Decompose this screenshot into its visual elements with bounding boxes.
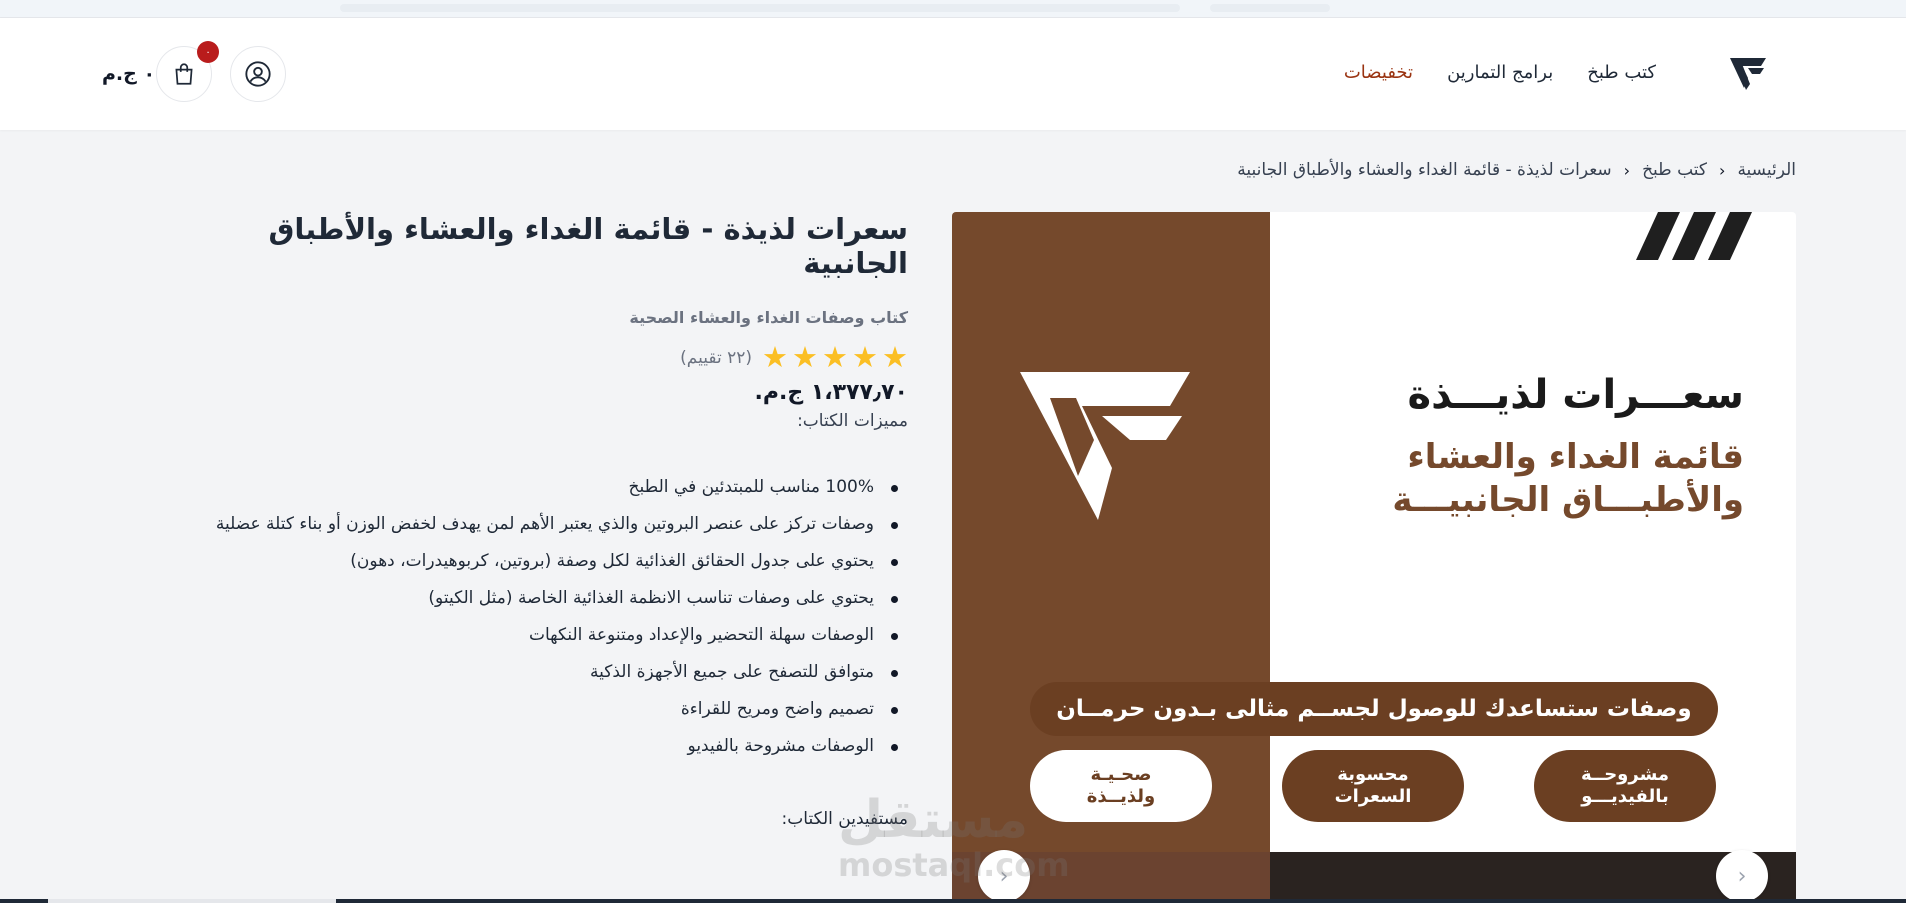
feature-item: 100% مناسب للمبتدئين في الطبخ xyxy=(160,469,898,506)
site-header: كتب طبخ برامج التمارين تخفيضات ٠ ٠ ج.م xyxy=(0,18,1906,130)
cover-title-line2: قائمة الغداء والعشاء xyxy=(1407,437,1744,477)
breadcrumb-current: سعرات لذيذة - قائمة الغداء والعشاء والأط… xyxy=(1237,160,1612,180)
product-title: سعرات لذيذة - قائمة الغداء والعشاء والأط… xyxy=(268,212,908,280)
feature-item: يحتوي على جدول الحقائق الغذائية لكل وصفة… xyxy=(160,543,898,580)
shopping-bag-icon xyxy=(175,63,193,85)
watermark-logo: مستقل xyxy=(838,790,1029,850)
account-button[interactable] xyxy=(230,46,286,102)
chevron-right-icon: › xyxy=(1737,863,1747,889)
cover-pill-calories: محسوبة السعرات xyxy=(1282,750,1464,822)
product-subtitle: كتاب وصفات الغداء والعشاء الصحية xyxy=(629,308,908,327)
feature-item: الوصفات مشروحة بالفيديو xyxy=(160,728,898,765)
features-list: 100% مناسب للمبتدئين في الطبخ وصفات تركز… xyxy=(160,469,908,765)
beneficiaries-label: مستفيدين الكتاب: xyxy=(781,809,908,829)
cover-logo-icon xyxy=(1020,372,1190,520)
cover-title-line1: سعـــرات لذيـــذة xyxy=(1407,372,1744,418)
cover-pill-video: مشروحــة بالفيديـــو xyxy=(1534,750,1716,822)
breadcrumb: الرئيسية ‹ كتب طبخ ‹ سعرات لذيذة - قائمة… xyxy=(1237,160,1796,180)
bottom-scroll-bar xyxy=(0,899,1906,903)
rating-count: (٢٢ تقييم) xyxy=(680,347,752,368)
nav-sales[interactable]: تخفيضات xyxy=(1344,62,1413,83)
product-price: ١،٣٧٧٫٧٠ ج.م. xyxy=(754,380,908,405)
browser-top-strip xyxy=(0,0,1906,18)
watermark-url: mostaql.com xyxy=(838,846,1070,884)
star-icon: ★ xyxy=(882,340,908,374)
cover-pill-healthy: صحـيـة ولذيــذة xyxy=(1030,750,1212,822)
feature-item: يحتوي على وصفات تناسب الانظمة الغذائية ا… xyxy=(160,580,898,617)
nav-cookbooks[interactable]: كتب طبخ xyxy=(1587,62,1656,83)
product-rating[interactable]: ★ ★ ★ ★ ★ (٢٢ تقييم) xyxy=(160,343,908,372)
star-icon: ★ xyxy=(822,340,848,374)
cart-button[interactable]: ٠ xyxy=(156,41,219,102)
cover-bottom-photo xyxy=(952,852,1796,903)
star-icon: ★ xyxy=(852,340,878,374)
nav-workout-programs[interactable]: برامج التمارين xyxy=(1447,62,1553,83)
feature-item: الوصفات سهلة التحضير والإعداد ومتنوعة ال… xyxy=(160,617,898,654)
chevron-left-icon: ‹ xyxy=(1719,160,1726,180)
top-strip-bar xyxy=(340,4,1180,12)
main-nav: كتب طبخ برامج التمارين تخفيضات xyxy=(1344,62,1656,83)
gallery-next-button[interactable]: › xyxy=(1716,850,1768,902)
star-icon: ★ xyxy=(762,340,788,374)
feature-item: وصفات تركز على عنصر البروتين والذي يعتبر… xyxy=(160,506,898,543)
top-strip-bar-small xyxy=(1210,4,1330,12)
cover-tagline: وصفات ستساعدك للوصول لجســم مثالى بـدون … xyxy=(1030,682,1718,736)
features-label: مميزات الكتاب: xyxy=(797,411,908,431)
cart-count-badge: ٠ xyxy=(197,41,219,63)
product-details: سعرات لذيذة - قائمة الغداء والعشاء والأط… xyxy=(160,212,908,829)
feature-item: تصميم واضح ومريح للقراءة xyxy=(160,691,898,728)
feature-item: متوافق للتصفح على جميع الأجهزة الذكية xyxy=(160,654,898,691)
breadcrumb-home[interactable]: الرئيسية xyxy=(1737,160,1796,180)
cover-title-line3: والأطبـــاق الجانبيـــة xyxy=(1392,479,1744,520)
cover-title: سعـــرات لذيـــذة قائمة الغداء والعشاء و… xyxy=(1284,372,1744,521)
breadcrumb-cookbooks[interactable]: كتب طبخ xyxy=(1642,160,1707,180)
user-icon xyxy=(245,61,271,87)
cover-slash-icon xyxy=(1636,212,1752,260)
brand-logo-icon[interactable] xyxy=(1728,54,1768,94)
chevron-left-icon: ‹ xyxy=(1623,160,1631,180)
cart-total: ٠ ج.م xyxy=(102,63,156,85)
star-icon: ★ xyxy=(792,340,818,374)
product-image-gallery[interactable]: سعـــرات لذيـــذة قائمة الغداء والعشاء و… xyxy=(952,212,1796,903)
